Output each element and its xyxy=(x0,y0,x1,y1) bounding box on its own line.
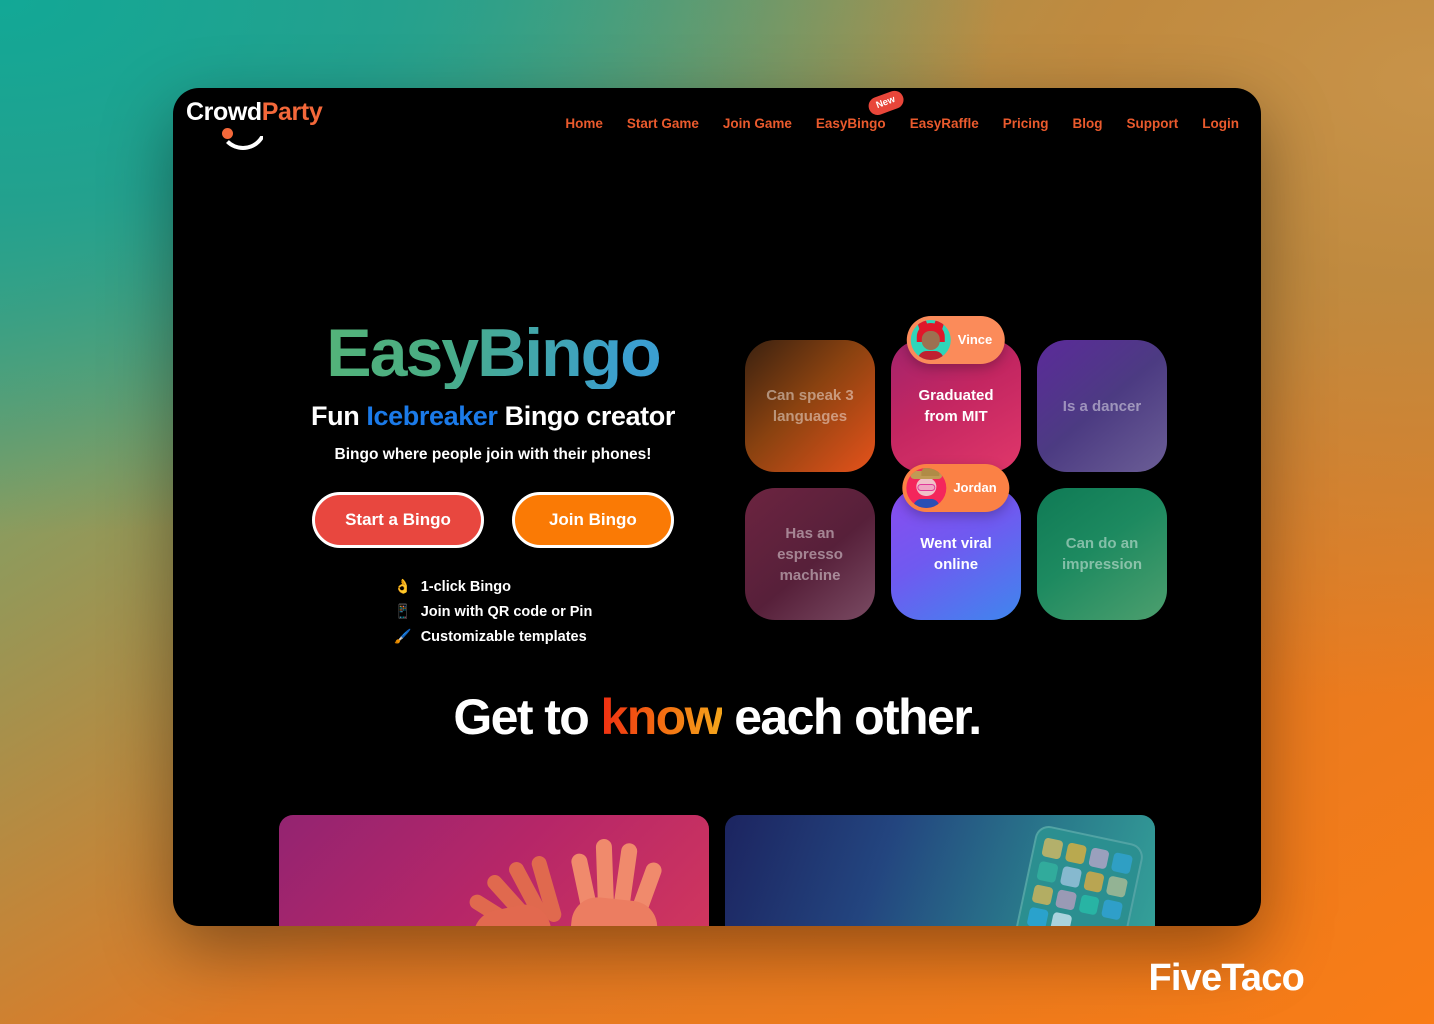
bingo-cell-text: Is a dancer xyxy=(1062,397,1142,415)
bingo-preview-grid: Can speak 3 languages Vince Graduated fr… xyxy=(745,316,1185,620)
nav-item-easybingo-label: EasyBingo xyxy=(815,116,886,131)
logo-text: CrowdParty xyxy=(186,100,336,125)
nav-item-login[interactable]: Login xyxy=(1202,116,1239,131)
hero-subtitle-pre: Fun xyxy=(311,401,367,432)
raised-hands-icon xyxy=(466,835,703,926)
hero-section: EasyBingo Fun Icebreaker Bingo creator B… xyxy=(173,228,1261,708)
crowdparty-logo[interactable]: CrowdParty xyxy=(186,100,336,150)
nav-item-easyraffle[interactable]: EasyRaffle xyxy=(910,116,979,131)
paintbrush-icon: 🖌️ xyxy=(393,628,412,645)
bingo-cell[interactable]: Has an espresso machine xyxy=(745,488,875,620)
avatar-hat-icon xyxy=(910,468,943,479)
bingo-cell[interactable]: Jordan Went viral online xyxy=(891,464,1021,620)
feature-label: 1-click Bingo xyxy=(420,578,511,595)
bingo-cell-text: Graduated from MIT xyxy=(918,387,994,425)
hero-feature-list: 👌 1-click Bingo 📱 Join with QR code or P… xyxy=(393,578,593,653)
page-root: CrowdParty Home Start Game Join Game Eas… xyxy=(0,0,1434,1024)
hero-subtitle-post: Bingo creator xyxy=(497,401,676,432)
hero-cta-group: Start a Bingo Join Bingo xyxy=(233,492,753,549)
player-name: Jordan xyxy=(953,479,997,495)
nav-item-join-game[interactable]: Join Game xyxy=(723,116,792,131)
avatar-body-icon xyxy=(917,351,944,360)
promo-card-hands[interactable] xyxy=(279,815,709,926)
section-heading: Get to know each other. xyxy=(173,688,1261,746)
nav-item-blog[interactable]: Blog xyxy=(1073,116,1103,131)
avatar-glasses-icon xyxy=(917,484,936,491)
nav-item-pricing[interactable]: Pricing xyxy=(1003,116,1049,131)
promo-card-row xyxy=(279,815,1155,926)
browser-window: CrowdParty Home Start Game Join Game Eas… xyxy=(173,88,1261,926)
bingo-cell-text: Can do an impression xyxy=(1061,535,1143,573)
join-bingo-button[interactable]: Join Bingo xyxy=(511,492,674,549)
hero-copy: EasyBingo Fun Icebreaker Bingo creator B… xyxy=(233,317,753,653)
get-to-know-section: Get to know each other. xyxy=(173,688,1261,926)
avatar-hat-crown-icon xyxy=(921,468,940,476)
section-heading-highlight: know xyxy=(600,689,724,745)
ok-hand-icon: 👌 xyxy=(393,578,412,595)
section-heading-post: each other. xyxy=(721,689,982,745)
bingo-cell-text: Can speak 3 languages xyxy=(766,387,854,425)
hero-tagline: Bingo where people join with their phone… xyxy=(334,446,652,464)
fivetaco-watermark: FiveTaco xyxy=(1148,957,1304,999)
player-badge-vince: Vince xyxy=(906,316,1006,364)
logo-dot-icon xyxy=(222,128,233,139)
phone-bingo-grid xyxy=(1026,837,1134,926)
logo-word-party: Party xyxy=(261,98,323,126)
avatar xyxy=(910,320,951,360)
section-heading-pre: Get to xyxy=(453,689,601,745)
new-badge: New xyxy=(866,88,906,118)
nav-item-support[interactable]: Support xyxy=(1127,116,1179,131)
hero-subtitle-highlight: Icebreaker xyxy=(366,401,498,432)
promo-card-phone[interactable] xyxy=(725,815,1155,926)
feature-item: 📱 Join with QR code or Pin xyxy=(393,603,593,620)
player-badge-jordan: Jordan xyxy=(902,464,1010,512)
bingo-cell-text: Has an espresso machine xyxy=(777,524,843,584)
phone-icon: 📱 xyxy=(393,603,412,620)
avatar-face-icon xyxy=(921,331,940,350)
bingo-cell[interactable]: Can speak 3 languages xyxy=(745,340,875,472)
start-a-bingo-button[interactable]: Start a Bingo xyxy=(312,492,484,549)
avatar-shirt-icon xyxy=(913,499,940,508)
bingo-cell[interactable]: Can do an impression xyxy=(1037,488,1167,620)
site-header: CrowdParty Home Start Game Join Game Eas… xyxy=(173,88,1261,170)
avatar xyxy=(906,468,947,508)
nav-item-easybingo[interactable]: EasyBingo New xyxy=(815,88,906,131)
bingo-cell-text: Went viral online xyxy=(920,535,992,573)
feature-label: Customizable templates xyxy=(420,628,587,645)
player-name: Vince xyxy=(957,331,993,347)
bingo-cell[interactable]: Is a dancer xyxy=(1037,340,1167,472)
feature-item: 🖌️ Customizable templates xyxy=(394,628,593,645)
hero-subtitle: Fun Icebreaker Bingo creator xyxy=(233,401,753,432)
phone-bingo-card-icon xyxy=(1002,823,1146,926)
feature-item: 👌 1-click Bingo xyxy=(394,578,593,595)
logo-word-crowd: Crowd xyxy=(186,98,262,126)
page-title: EasyBingo xyxy=(233,317,753,389)
main-nav: Home Start Game Join Game EasyBingo New … xyxy=(565,88,1239,131)
feature-label: Join with QR code or Pin xyxy=(420,603,593,620)
bingo-cell[interactable]: Vince Graduated from MIT xyxy=(891,316,1021,472)
nav-item-home[interactable]: Home xyxy=(565,116,603,131)
nav-item-start-game[interactable]: Start Game xyxy=(627,116,699,131)
